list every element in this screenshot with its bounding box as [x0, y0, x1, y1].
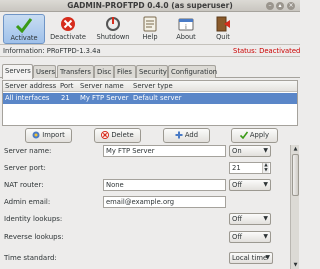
- column-header[interactable]: Server type: [133, 82, 173, 90]
- information-label: Information: PRoFTPD-1.3.4a: [3, 47, 101, 55]
- tab-users[interactable]: Users: [33, 65, 56, 78]
- chevron-down-icon: ▼: [263, 233, 268, 240]
- server-name-label: Server name:: [4, 147, 52, 155]
- tab-bar: Servers Users Transfers Disc Files Secur…: [0, 64, 300, 79]
- quit-button[interactable]: Quit: [202, 14, 244, 44]
- quit-icon: [216, 16, 230, 32]
- activate-icon: [15, 18, 33, 33]
- delete-button[interactable]: Delete: [94, 128, 141, 143]
- table-cell: My FTP Server: [80, 94, 129, 102]
- reverse-lookups-row: Reverse lookups: Off ▼: [0, 231, 289, 245]
- identity-lookups-label: Identity lookups:: [4, 215, 63, 223]
- add-icon: [175, 131, 183, 139]
- time-standard-value: Local time: [232, 254, 268, 262]
- activate-button[interactable]: Activate: [3, 14, 45, 44]
- action-button-bar: Import Delete Add Apply: [0, 128, 300, 144]
- chevron-down-icon: ▼: [263, 181, 268, 188]
- admin-email-field[interactable]: email@example.org: [103, 196, 226, 208]
- apply-label: Apply: [249, 131, 270, 139]
- table-header: Server address Port Server name Server t…: [3, 81, 297, 92]
- tab-transfers[interactable]: Transfers: [57, 65, 94, 78]
- nat-router-select[interactable]: Off ▼: [229, 179, 271, 191]
- table-cell: 21: [61, 94, 70, 102]
- help-icon: [143, 16, 157, 32]
- information-bar: Information: PRoFTPD-1.3.4a Status: Deac…: [0, 46, 300, 57]
- add-button[interactable]: Add: [163, 128, 210, 143]
- window-titlebar: GADMIN-PROFTPD 0.4.0 (as superuser) – ▴ …: [0, 0, 300, 12]
- server-name-field[interactable]: My FTP Server: [103, 145, 226, 157]
- about-icon: i: [178, 18, 194, 31]
- table-cell: Default server: [133, 94, 182, 102]
- apply-button[interactable]: Apply: [231, 128, 278, 143]
- maximize-icon[interactable]: ▴: [276, 2, 284, 10]
- nat-router-row: NAT router: None Off ▼: [0, 179, 289, 193]
- tab-files[interactable]: Files: [114, 65, 136, 78]
- tab-security[interactable]: Security: [136, 65, 168, 78]
- server-port-value: 21: [232, 164, 241, 172]
- chevron-down-icon: ▼: [263, 147, 268, 154]
- deactivate-button[interactable]: Deactivate: [45, 14, 91, 44]
- toolbar: Activate Deactivate Shutdown Help i Abou…: [0, 13, 300, 45]
- table-row[interactable]: All interfaces 21 My FTP Server Default …: [3, 93, 297, 104]
- identity-lookups-select[interactable]: Off ▼: [229, 213, 271, 225]
- identity-lookups-row: Identity lookups: Off ▼: [0, 213, 289, 227]
- deactivate-label: Deactivate: [50, 33, 86, 41]
- server-settings-form: Server name: My FTP Server On ▼ Server p…: [0, 145, 289, 269]
- nat-router-field[interactable]: None: [103, 179, 226, 191]
- admin-email-label: Admin email:: [4, 198, 51, 206]
- quit-label: Quit: [216, 33, 230, 41]
- tab-configuration[interactable]: Configuration: [168, 65, 217, 78]
- activate-label: Activate: [10, 34, 38, 42]
- import-icon: [32, 131, 40, 139]
- column-header[interactable]: Server address: [5, 82, 56, 90]
- scroll-down-icon[interactable]: ▼: [292, 261, 299, 269]
- server-port-spinner[interactable]: 21 ▲ ▼: [229, 162, 271, 174]
- about-label: About: [176, 33, 196, 41]
- import-button[interactable]: Import: [25, 128, 72, 143]
- chevron-down-icon: ▼: [263, 215, 268, 222]
- window-title: GADMIN-PROFTPD 0.4.0 (as superuser): [67, 1, 233, 10]
- delete-label: Delete: [111, 131, 134, 139]
- add-label: Add: [184, 131, 199, 139]
- time-standard-label: Time standard:: [4, 254, 57, 262]
- server-port-row: Server port: 21 ▲ ▼: [0, 162, 289, 176]
- identity-lookups-value: Off: [232, 215, 243, 223]
- minimize-icon[interactable]: –: [266, 2, 274, 10]
- shutdown-icon: [106, 17, 120, 31]
- tab-servers[interactable]: Servers: [2, 64, 33, 79]
- time-standard-row: Time standard: Local time ▼: [0, 252, 289, 266]
- apply-icon: [239, 131, 249, 140]
- about-button[interactable]: i About: [165, 14, 207, 44]
- chevron-down-icon: ▼: [265, 254, 270, 261]
- server-port-label: Server port:: [4, 164, 46, 172]
- scroll-up-icon[interactable]: ▲: [292, 145, 299, 153]
- nat-router-label: NAT router:: [4, 181, 44, 189]
- vertical-scrollbar[interactable]: ▲ ▼: [290, 145, 299, 269]
- import-label: Import: [42, 131, 65, 139]
- servers-table[interactable]: Server address Port Server name Server t…: [2, 80, 298, 126]
- column-header[interactable]: Server name: [80, 82, 124, 90]
- status-label: Status: Deactivated: [233, 47, 301, 55]
- reverse-lookups-label: Reverse lookups:: [4, 233, 64, 241]
- table-cell: All interfaces: [5, 94, 50, 102]
- server-name-option-value: On: [232, 147, 242, 155]
- nat-router-option-value: Off: [232, 181, 243, 189]
- delete-icon: [101, 131, 110, 139]
- deactivate-icon: [61, 17, 75, 31]
- spinner-arrows-icon[interactable]: ▲ ▼: [262, 163, 269, 173]
- close-icon[interactable]: ×: [287, 2, 295, 10]
- admin-email-row: Admin email: email@example.org: [0, 196, 289, 210]
- tab-disc[interactable]: Disc: [94, 65, 114, 78]
- time-standard-select[interactable]: Local time ▼: [229, 252, 273, 264]
- server-name-row: Server name: My FTP Server On ▼: [0, 145, 289, 159]
- reverse-lookups-value: Off: [232, 233, 243, 241]
- reverse-lookups-select[interactable]: Off ▼: [229, 231, 271, 243]
- column-header[interactable]: Port: [60, 82, 73, 90]
- scrollbar-thumb[interactable]: [292, 154, 299, 196]
- server-name-option-select[interactable]: On ▼: [229, 145, 271, 157]
